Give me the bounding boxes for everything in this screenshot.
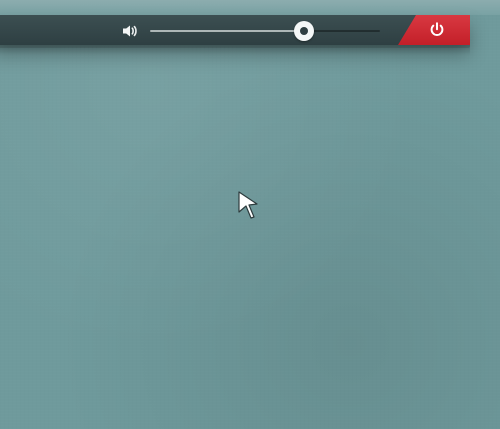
mouse-pointer-icon bbox=[238, 191, 258, 219]
speaker-volume-icon[interactable] bbox=[120, 21, 140, 41]
volume-slider-knob[interactable] bbox=[294, 21, 315, 41]
volume-slider-fill bbox=[150, 30, 305, 32]
desktop-background bbox=[0, 0, 500, 429]
volume-slider[interactable] bbox=[150, 20, 380, 42]
top-edge-strip bbox=[0, 0, 500, 15]
top-panel-shadow bbox=[0, 45, 470, 55]
power-icon bbox=[430, 22, 444, 36]
